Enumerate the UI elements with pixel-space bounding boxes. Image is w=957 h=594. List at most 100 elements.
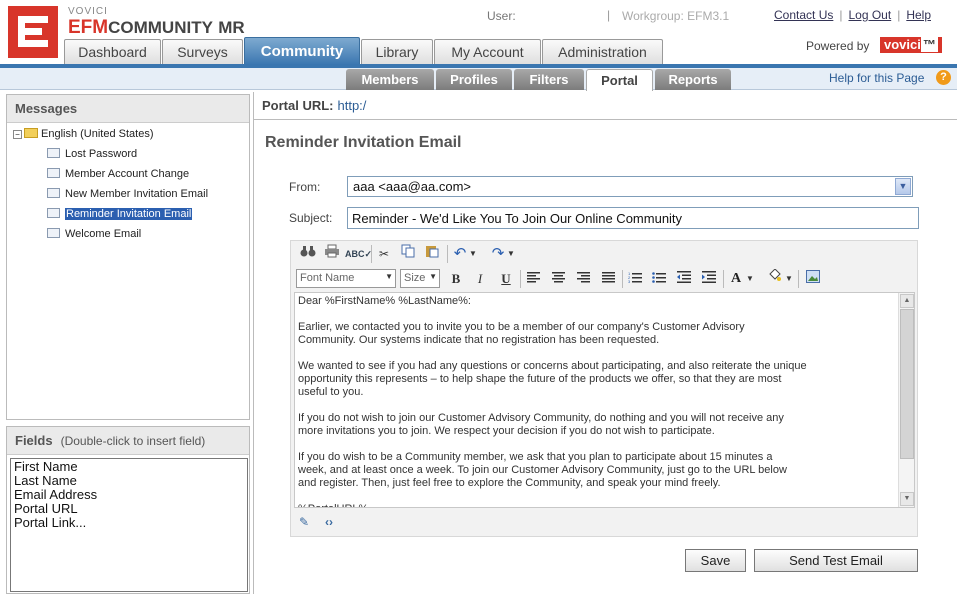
field-item[interactable]: First Name [14,460,244,474]
tab-administration[interactable]: Administration [542,39,663,65]
header-separator: | [607,8,611,22]
image-icon[interactable] [802,269,824,289]
scroll-thumb[interactable] [900,309,914,459]
subtab-portal[interactable]: Portal [586,69,653,91]
portal-url-bar: Portal URL: http:/ [254,92,957,120]
html-mode-icon[interactable]: ‹› [325,515,333,529]
chevron-down-icon: ▼ [385,272,393,281]
align-left-icon[interactable] [522,269,544,289]
message-item-label: Member Account Change [65,168,190,180]
bullet-list-icon[interactable] [648,269,670,289]
justify-icon[interactable] [597,269,619,289]
message-item-reminder-invitation[interactable]: Reminder Invitation Email [47,208,193,220]
fields-header: Fields (Double-click to insert field) [7,427,249,455]
field-item[interactable]: Portal URL [14,502,244,516]
scroll-down-icon[interactable]: ▼ [900,492,914,506]
workgroup-label: Workgroup: EFM3.1 [622,9,730,23]
paint-bucket-icon[interactable] [763,268,785,289]
help-question-icon[interactable]: ? [936,70,951,85]
copy-icon[interactable] [397,244,419,264]
highlight-dropdown-icon[interactable]: ▼ [783,269,795,289]
chevron-down-icon[interactable]: ▼ [895,178,911,195]
paste-icon[interactable] [421,244,443,264]
binoculars-icon[interactable] [297,244,319,264]
brand-vendor: VOVICI [68,6,108,17]
font-size-select[interactable]: Size ▼ [400,269,440,288]
fields-panel: Fields (Double-click to insert field) Fir… [6,426,250,594]
powered-by-label: Powered by [806,39,870,53]
portal-url-link[interactable]: http:/ [338,98,367,113]
font-name-select[interactable]: Font Name ▼ [296,269,396,288]
log-out-link[interactable]: Log Out [848,8,891,22]
from-label: From: [289,180,321,194]
align-center-icon[interactable] [547,269,569,289]
align-right-icon[interactable] [572,269,594,289]
font-color-dropdown-icon[interactable]: ▼ [744,269,756,289]
message-item-new-member-invitation[interactable]: New Member Invitation Email [47,188,208,200]
tab-surveys[interactable]: Surveys [162,39,243,65]
message-item-welcome-email[interactable]: Welcome Email [47,228,141,240]
fields-list[interactable]: First Name Last Name Email Address Porta… [10,458,248,592]
redo-dropdown-icon[interactable]: ▼ [505,244,517,264]
pencil-icon[interactable]: ✎ [299,515,309,529]
subtab-filters[interactable]: Filters [514,69,584,90]
tab-library[interactable]: Library [361,39,433,65]
undo-dropdown-icon[interactable]: ▼ [467,244,479,264]
tab-dashboard[interactable]: Dashboard [64,39,161,65]
top-links: Contact Us | Log Out | Help [774,8,931,22]
subtab-members[interactable]: Members [346,69,434,90]
editor-content-area[interactable]: Dear %FirstName% %LastName%: Earlier, we… [294,292,915,508]
printer-icon[interactable] [321,244,343,264]
field-item[interactable]: Portal Link... [14,516,244,530]
messages-panel: Messages − English (United States) Lost P… [6,94,250,420]
folder-icon [24,128,38,138]
help-for-page-link[interactable]: Help for this Page [829,71,924,85]
vovici-logo-tm: ™ [920,37,938,52]
message-item-label: New Member Invitation Email [65,188,209,200]
field-item[interactable]: Last Name [14,474,244,488]
message-item-label: Lost Password [65,148,138,160]
italic-button[interactable]: I [469,269,491,289]
send-test-email-button[interactable]: Send Test Email [754,549,918,572]
spellcheck-icon[interactable]: ABC✓ [345,244,372,264]
toolbar-separator [371,245,372,263]
subtab-profiles[interactable]: Profiles [436,69,512,90]
help-link[interactable]: Help [906,8,931,22]
subject-label: Subject: [289,211,333,225]
product-name: EFMCOMMUNITY MR [68,17,245,39]
email-body-text[interactable]: Dear %FirstName% %LastName%: Earlier, we… [298,295,898,507]
collapse-icon[interactable]: − [13,130,22,139]
from-value: aaa <aaa@aa.com> [353,179,472,194]
contact-us-link[interactable]: Contact Us [774,8,833,22]
outdent-icon[interactable] [673,269,695,289]
save-button[interactable]: Save [685,549,746,572]
fields-hint: (Double-click to insert field) [60,434,206,448]
underline-button[interactable]: U [495,269,517,289]
field-item[interactable]: Email Address [14,488,244,502]
tab-community[interactable]: Community [244,37,360,65]
envelope-icon [47,168,60,178]
tree-root-label: English (United States) [41,128,154,140]
scroll-up-icon[interactable]: ▲ [900,294,914,308]
message-item-member-account-change[interactable]: Member Account Change [47,168,189,180]
indent-icon[interactable] [698,269,720,289]
panel-divider [253,92,254,594]
font-name-value: Font Name [300,272,355,284]
portal-url-label: Portal URL: [262,98,334,113]
from-select[interactable]: aaa <aaa@aa.com> ▼ [347,176,913,197]
tree-root[interactable]: − English (United States) [13,128,154,140]
message-item-lost-password[interactable]: Lost Password [47,148,137,160]
tab-my-account[interactable]: My Account [434,39,541,65]
envelope-icon [47,228,60,238]
chevron-down-icon: ▼ [429,272,437,281]
svg-text:3: 3 [628,279,631,283]
bold-button[interactable]: B [445,269,467,289]
page-title: Reminder Invitation Email [265,134,462,151]
numbered-list-icon[interactable]: 123 [624,269,646,289]
subtab-reports[interactable]: Reports [655,69,731,90]
editor-scrollbar[interactable]: ▲ ▼ [898,293,914,507]
subject-input[interactable] [347,207,919,229]
envelope-icon [47,148,60,158]
scissors-icon[interactable]: ✂ [373,244,395,264]
toolbar-separator [520,270,521,288]
